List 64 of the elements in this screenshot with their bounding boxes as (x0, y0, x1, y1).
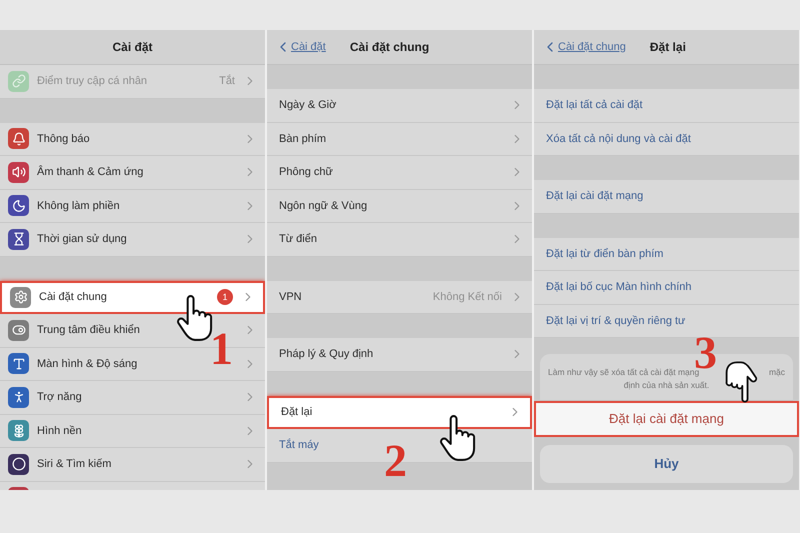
settings-row[interactable]: Phông chữ (267, 156, 532, 190)
hand-cursor-icon (176, 294, 214, 342)
row-label: Trung tâm điều khiển (37, 323, 140, 338)
screen-title: Đặt lại (650, 39, 686, 56)
row-label: Cài đặt chung (39, 290, 107, 305)
row-label: Âm thanh & Cảm ứng (37, 164, 144, 180)
settings-row[interactable]: Đặt lại cài đặt mạng (534, 180, 799, 214)
settings-row[interactable]: Ngày & Giờ (267, 89, 532, 122)
row-label: Đặt lại (280, 405, 312, 420)
settings-row[interactable]: Bàn phím (267, 122, 532, 156)
settings-row[interactable]: Đặt lại vị trí & quyền riêng tư (534, 304, 799, 338)
row-label: Phông chữ (278, 165, 333, 180)
settings-row[interactable]: Thông báo (0, 122, 265, 156)
row-label: Ngày & Giờ (278, 98, 336, 113)
row-label: Thông báo (37, 132, 90, 146)
dialog-message: Làm như vậy sẽ xóa tất cả cài đặt mạng (548, 367, 700, 379)
settings-row[interactable]: Từ điển (267, 223, 532, 256)
settings-row[interactable]: Không làm phiền (0, 190, 265, 223)
row-label: Đặt lại từ điển bàn phím (545, 246, 664, 262)
settings-row[interactable]: Ngôn ngữ & Vùng (267, 190, 532, 223)
row-label: Siri & Tìm kiếm (37, 457, 112, 472)
dialog-message: định của nhà sản xuất. (624, 378, 710, 392)
notification-badge: 1 (217, 289, 233, 306)
hand-cursor-icon (724, 360, 758, 404)
row-label: Tắt máy (278, 438, 319, 453)
settings-row[interactable]: Đặt lại tất cả cài đặt (534, 89, 799, 122)
row-label: Đặt lại cài đặt mạng (545, 189, 644, 204)
reset-network-button[interactable]: Đặt lại cài đặt mạng (534, 400, 799, 436)
row-label: Màn hình & Độ sáng (37, 356, 138, 372)
settings-row[interactable]: Trợ năng (0, 381, 265, 414)
row-label: Hình nền (37, 424, 82, 438)
row-label: Từ điển (278, 232, 317, 247)
row-label: VPN (278, 290, 302, 304)
row-label: Thời gian sử dụng (37, 232, 127, 247)
back-button[interactable]: Cài đặt chung (542, 38, 626, 56)
settings-row[interactable]: Âm thanh & Cảm ứng (0, 156, 265, 190)
settings-row[interactable]: Đặt lại (267, 396, 532, 429)
row-value: Không Kết nối (432, 290, 502, 304)
row-label: Đặt lại vị trí & quyền riêng tư (545, 314, 686, 328)
settings-row[interactable]: Pháp lý & Quy định (267, 338, 532, 372)
settings-row[interactable]: VPN Không Kết nối (267, 280, 532, 314)
screen-title: Cài đặt (112, 39, 152, 56)
row-label: Xóa tất cả nội dung và cài đặt (545, 132, 691, 146)
row-value: Tắt (219, 74, 235, 89)
settings-row[interactable]: Hình nền (0, 414, 265, 448)
row-label: Trợ năng (37, 390, 82, 405)
row-label: Đặt lại tất cả cài đặt (545, 98, 643, 113)
row-label: Điểm truy cập cá nhân (37, 74, 148, 89)
row-label: Ngôn ngữ & Vùng (278, 198, 368, 214)
back-button[interactable]: Cài đặt (275, 38, 326, 56)
row-label: Bàn phím (278, 132, 326, 146)
settings-row[interactable]: Đặt lại bố cục Màn hình chính (534, 271, 799, 304)
screen-title: Cài đặt chung (350, 39, 430, 56)
settings-row[interactable]: Đặt lại từ điển bàn phím (534, 238, 799, 271)
settings-row[interactable]: Thời gian sử dụng (0, 223, 265, 256)
settings-row[interactable]: Siri & Tìm kiếm (0, 448, 265, 482)
row-label: Pháp lý & Quy định (278, 347, 374, 362)
hand-cursor-icon (439, 414, 477, 462)
dialog-message: mặc (768, 366, 785, 379)
row-label: Đặt lại bố cục Màn hình chính (545, 280, 692, 295)
cancel-button[interactable]: Hủy (540, 444, 793, 482)
row-label: Không làm phiền (37, 198, 120, 214)
settings-row[interactable]: Cài đặt chung 1 (0, 280, 265, 314)
settings-row[interactable]: Xóa tất cả nội dung và cài đặt (534, 122, 799, 156)
